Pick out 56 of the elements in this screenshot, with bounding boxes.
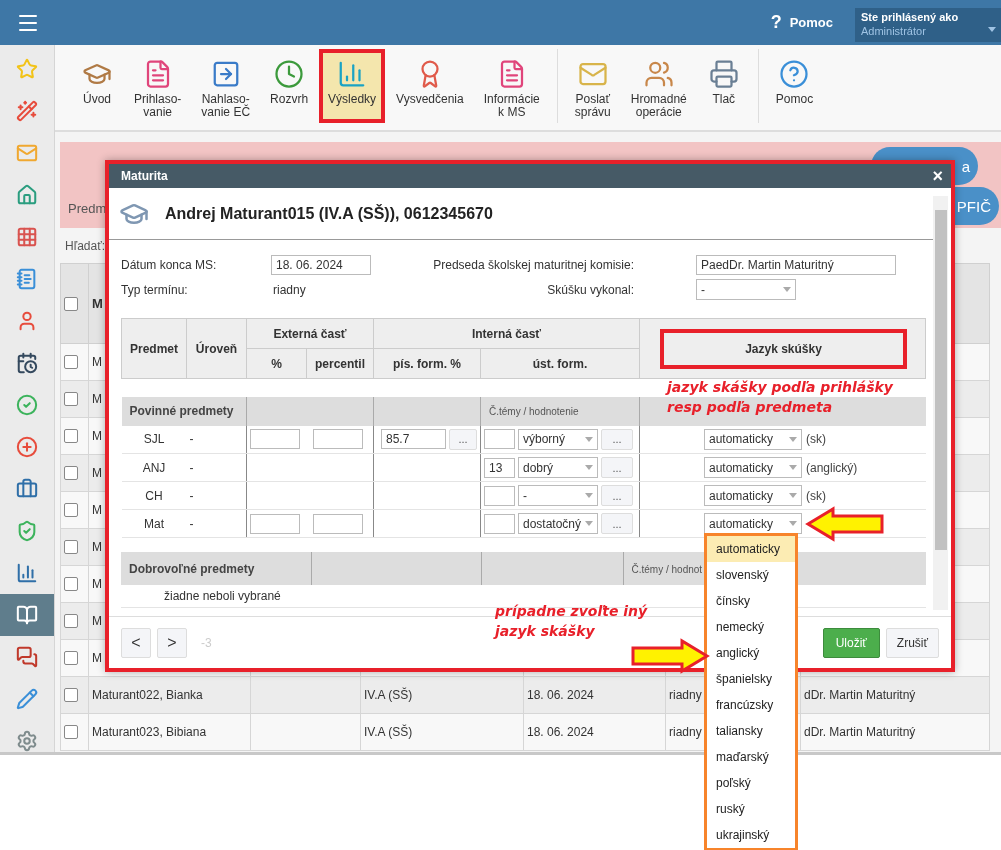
subject-name: Mat	[144, 516, 164, 531]
table-cell: Maturant022, Bianka	[92, 688, 203, 702]
field-label: Predseda školskej maturitnej komisie:	[432, 258, 635, 272]
level-value: -	[189, 516, 194, 531]
level-value: -	[189, 460, 194, 475]
field-label: Skúšku vykonal:	[546, 282, 635, 297]
table-cell: M	[92, 466, 102, 480]
column-header: percentil	[306, 348, 374, 379]
section-title: Povinné predmety	[121, 396, 247, 426]
table-cell: dDr. Martin Maturitný	[804, 688, 916, 702]
annotation-text: resp podľa predmeta	[667, 399, 834, 415]
column-header: úst. form.	[480, 348, 640, 379]
language-note: (sk)	[806, 488, 826, 503]
table-cell: IV.A (SŠ)	[364, 725, 413, 739]
table-cell: M	[92, 651, 102, 665]
field-label: Typ termínu:	[121, 282, 189, 297]
subject-name: CH	[145, 488, 163, 503]
subject-name: ANJ	[142, 460, 166, 475]
empty-message: žiadne neboli vybrané	[163, 588, 281, 603]
annotation-text: prípadne zvoľte iný	[495, 603, 648, 619]
column-header: Jazyk skúšky	[639, 318, 926, 379]
column-header: %	[246, 348, 307, 379]
table-cell: riadny	[669, 688, 702, 702]
language-note: (sk)	[806, 432, 826, 447]
table-cell: 18. 06. 2024	[527, 688, 594, 702]
table-cell: M	[92, 355, 102, 369]
table-cell: Maturant023, Bibiana	[92, 725, 207, 739]
table-cell: IV.A (SŠ)	[364, 688, 413, 702]
table-cell: M	[92, 614, 102, 628]
banner-text: Predm	[67, 201, 107, 218]
table-cell: riadny	[669, 725, 702, 739]
section-title: Dobrovoľné predmety	[121, 552, 311, 585]
table-cell: 18. 06. 2024	[527, 725, 594, 739]
student-heading: Andrej Maturant015 (IV.A (SŠ)), 0612345670	[165, 204, 493, 223]
modal-title: Maturita	[121, 169, 168, 183]
subject-name: SJL	[143, 432, 165, 447]
field-value: riadny	[272, 282, 307, 297]
search-label: Hľadať:	[65, 238, 106, 253]
column-hint: Č.témy / hodnotenie	[489, 406, 579, 417]
language-note: (anglický)	[806, 460, 858, 475]
column-header: Interná časť	[373, 318, 640, 349]
level-value: -	[189, 488, 194, 503]
table-cell: dDr. Martin Maturitný	[804, 725, 916, 739]
column-hint: Č.témy / hodnot	[631, 563, 703, 575]
table-cell: M	[92, 392, 102, 406]
annotation-text: jazyk skášky	[495, 623, 596, 639]
column-header: Úroveň	[186, 318, 247, 379]
level-value: -	[189, 432, 194, 447]
column-header: Externá časť	[246, 318, 374, 349]
table-cell: M	[92, 503, 102, 517]
table-cell: M	[92, 429, 102, 443]
column-header: pís. form. %	[373, 348, 481, 379]
table-cell: M	[92, 540, 102, 554]
annotation-text: jazyk skášky podľa prihlášky	[667, 379, 893, 395]
column-header: Predmet	[121, 318, 187, 379]
table-cell: M	[92, 577, 102, 591]
